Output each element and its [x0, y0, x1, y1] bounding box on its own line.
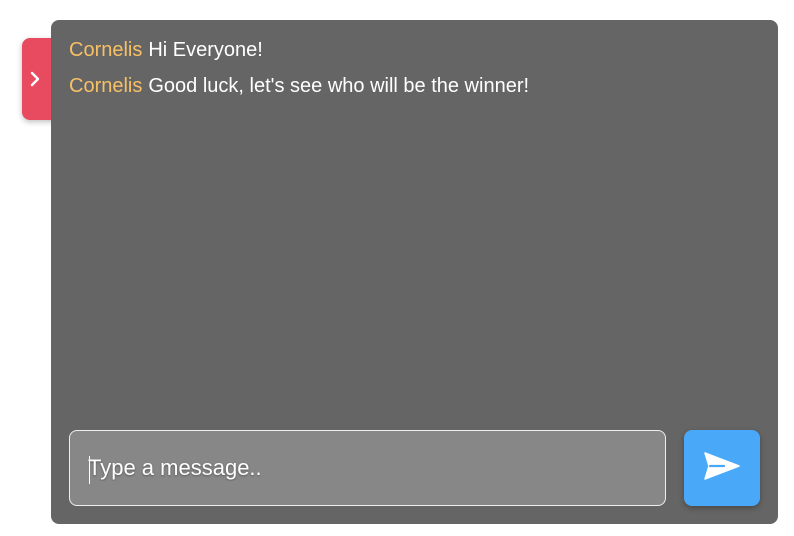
chat-panel: Cornelis Hi Everyone! Cornelis Good luck, …: [51, 20, 778, 524]
message-input-container[interactable]: [69, 430, 666, 506]
text-caret: [89, 456, 90, 484]
message-author: Cornelis: [69, 75, 143, 97]
send-button[interactable]: [684, 430, 760, 506]
chat-message: Cornelis Hi Everyone!: [69, 38, 760, 62]
chat-message: Cornelis Good luck, let's see who will be…: [69, 74, 760, 98]
chat-widget: Cornelis Hi Everyone! Cornelis Good luck, …: [0, 0, 794, 536]
message-list: Cornelis Hi Everyone! Cornelis Good luck, …: [69, 38, 760, 110]
message-author: Cornelis: [69, 39, 143, 61]
message-text: Good luck, let's see who will be the win…: [148, 75, 530, 97]
send-icon: [703, 451, 741, 486]
message-text: Hi Everyone!: [148, 39, 263, 61]
chevron-right-icon: [28, 70, 42, 88]
message-input[interactable]: [88, 455, 647, 481]
